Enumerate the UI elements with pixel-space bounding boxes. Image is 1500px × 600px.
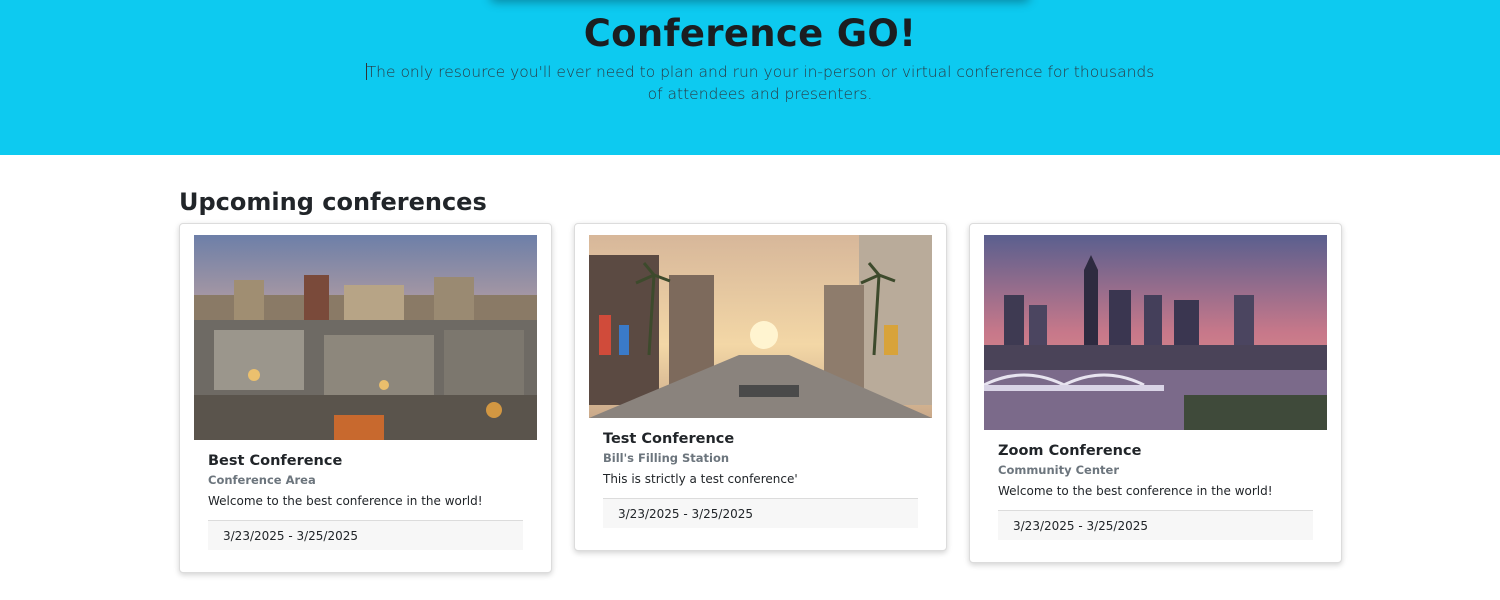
conference-image bbox=[589, 235, 932, 418]
conference-card[interactable]: Test Conference Bill's Filling Station T… bbox=[574, 223, 947, 551]
hero-lead: The only resource you'll ever need to pl… bbox=[360, 61, 1160, 105]
card-footer-dates: 3/23/2025 - 3/25/2025 bbox=[208, 520, 523, 550]
city-castle-photo bbox=[194, 235, 537, 440]
card-footer-dates: 3/23/2025 - 3/25/2025 bbox=[998, 510, 1313, 540]
page-title: Conference GO! bbox=[583, 12, 917, 55]
hero-lead-text: The only resource you'll ever need to pl… bbox=[366, 63, 1155, 103]
section-title: Upcoming conferences bbox=[179, 188, 487, 216]
conference-card[interactable]: Best Conference Conference Area Welcome … bbox=[179, 223, 552, 573]
conference-image bbox=[984, 235, 1327, 430]
conference-name[interactable]: Best Conference bbox=[208, 453, 342, 469]
conference-description: This is strictly a test conference' bbox=[603, 472, 798, 486]
conference-description: Welcome to the best conference in the wo… bbox=[208, 494, 483, 508]
conference-name[interactable]: Zoom Conference bbox=[998, 443, 1141, 459]
card-footer-dates: 3/23/2025 - 3/25/2025 bbox=[603, 498, 918, 528]
conference-card[interactable]: Zoom Conference Community Center Welcome… bbox=[969, 223, 1342, 563]
conference-description: Welcome to the best conference in the wo… bbox=[998, 484, 1273, 498]
conference-venue: Community Center bbox=[998, 463, 1120, 477]
conference-venue: Bill's Filling Station bbox=[603, 451, 730, 465]
conference-venue: Conference Area bbox=[208, 473, 316, 487]
conference-name[interactable]: Test Conference bbox=[603, 431, 734, 447]
street-palms-photo bbox=[589, 235, 932, 418]
hero-banner: Conference GO! The only resource you'll … bbox=[0, 0, 1500, 155]
skyline-river-photo bbox=[984, 235, 1327, 430]
conference-image bbox=[194, 235, 537, 440]
